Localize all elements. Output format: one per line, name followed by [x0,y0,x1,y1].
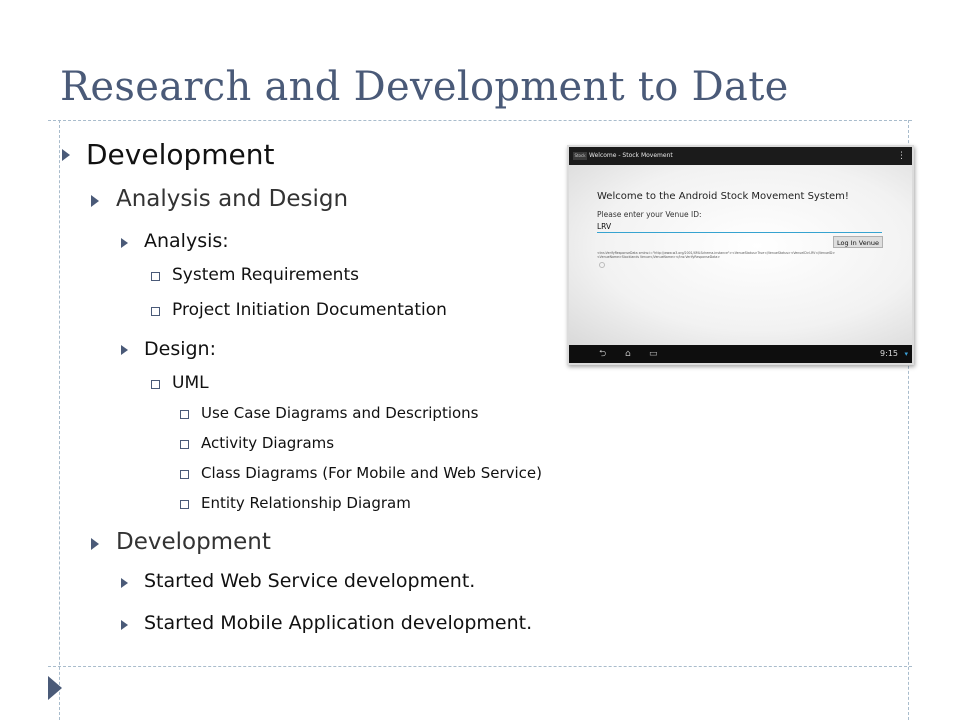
bottom-divider [48,666,912,667]
outline-item-analysis-and-design: Analysis and Design [116,186,349,212]
square-bullet-icon [151,307,160,316]
triangle-bullet-icon [121,345,128,355]
wifi-battery-icon: ▾ [904,350,908,358]
triangle-bullet-icon [62,149,70,161]
triangle-bullet-icon [91,538,99,550]
triangle-bullet-icon [121,238,128,248]
square-bullet-icon [180,440,189,449]
outline-item-development: Development [86,138,275,171]
top-divider [48,120,912,121]
square-bullet-icon [151,380,160,389]
tablet-screenshot: Stock Welcome - Stock Movement ⋮ Welcome… [567,145,914,365]
tablet-status-bar: Stock Welcome - Stock Movement ⋮ [569,147,912,165]
welcome-heading: Welcome to the Android Stock Movement Sy… [597,191,849,202]
outline-item-use-case-diagrams: Use Case Diagrams and Descriptions [201,404,479,422]
left-vertical-divider [59,120,60,720]
square-bullet-icon [180,470,189,479]
triangle-bullet-icon [121,620,128,630]
triangle-bullet-icon [91,195,99,207]
outline-item-activity-diagrams: Activity Diagrams [201,434,335,452]
log-in-venue-button[interactable]: Log In Venue [833,236,883,248]
outline-item-development-2: Development [116,529,271,555]
app-title: Welcome - Stock Movement [589,152,673,159]
triangle-bullet-icon [121,578,128,588]
venue-id-input[interactable]: LRV [597,221,882,233]
back-icon[interactable]: ⮌ [599,349,606,359]
outline-item-entity-relationship-diagram: Entity Relationship Diagram [201,494,411,512]
outline-item-mobile-application: Started Mobile Application development. [144,612,533,634]
square-bullet-icon [180,410,189,419]
tablet-nav-bar: ⮌ ⌂ ▭ 9:15 ▾ [569,345,912,363]
overflow-menu-icon[interactable]: ⋮ [897,147,906,165]
corner-arrow-icon [48,676,62,700]
outline-item-web-service: Started Web Service development. [144,570,476,592]
venue-prompt: Please enter your Venue ID: [597,210,702,219]
square-bullet-icon [151,272,160,281]
outline-item-system-requirements: System Requirements [172,265,359,285]
tablet-clock: 9:15 [880,349,898,358]
recent-apps-icon[interactable]: ▭ [649,349,658,359]
slide-title: Research and Development to Date [60,64,789,110]
app-icon: Stock [573,152,587,160]
tablet-screen: Welcome to the Android Stock Movement Sy… [569,165,912,345]
outline-item-uml: UML [172,373,209,393]
loading-spinner-icon [599,262,605,268]
square-bullet-icon [180,500,189,509]
outline-item-project-initiation-documentation: Project Initiation Documentation [172,300,447,320]
home-icon[interactable]: ⌂ [625,349,631,359]
xml-response-text: <tns:VerifyResponseData xmlns:i="http://… [597,251,836,260]
outline-item-design: Design: [144,338,217,360]
outline-item-class-diagrams: Class Diagrams (For Mobile and Web Servi… [201,464,542,482]
outline-item-analysis: Analysis: [144,230,229,252]
